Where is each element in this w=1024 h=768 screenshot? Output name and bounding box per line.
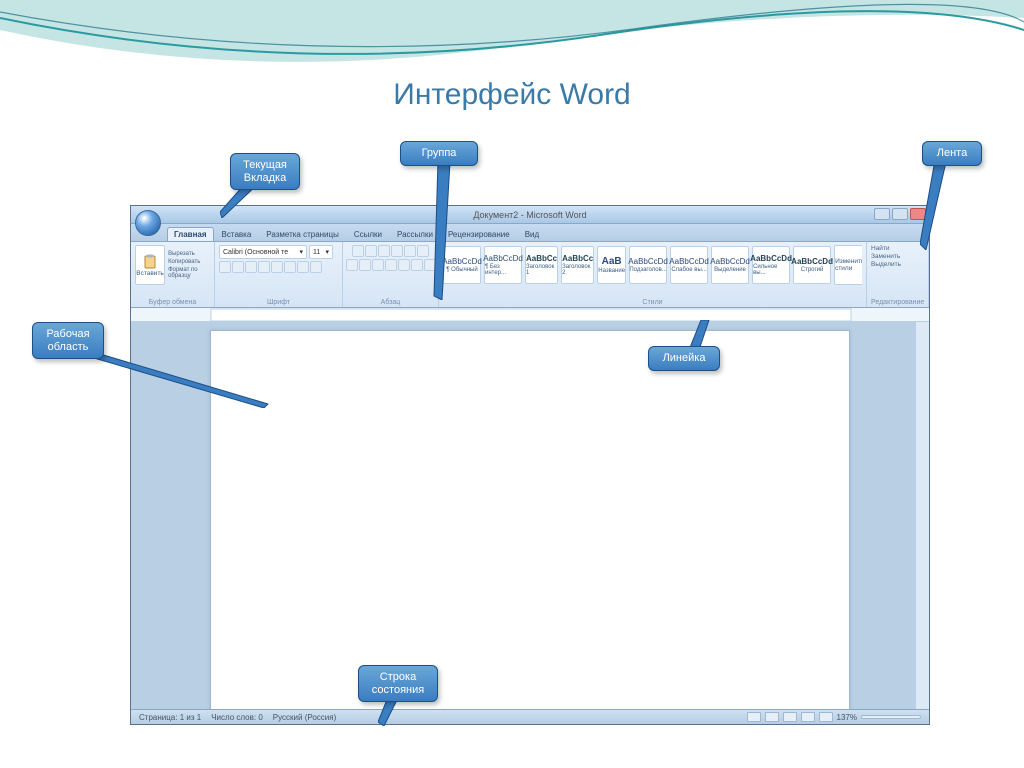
ribbon-group-font: Calibri (Основной те▾ 11▾ Шрифт xyxy=(215,242,343,307)
ruler-ticks xyxy=(131,308,929,322)
tab-home[interactable]: Главная xyxy=(167,227,214,241)
callout-ribbon: Лента xyxy=(922,141,982,166)
cut-button[interactable]: Вырезать xyxy=(168,251,210,257)
minimize-button[interactable] xyxy=(874,208,890,220)
bold-button[interactable] xyxy=(219,261,231,273)
tab-insert[interactable]: Вставка xyxy=(215,227,259,241)
callout-status-bar: Строка состояния xyxy=(358,665,438,702)
superscript-button[interactable] xyxy=(284,261,296,273)
callout-group-tail xyxy=(430,160,460,300)
office-button[interactable] xyxy=(135,210,161,236)
line-spacing-button[interactable] xyxy=(398,259,410,271)
callout-ribbon-tail xyxy=(920,160,950,250)
style-strong[interactable]: AaBbCcDdСтрогий xyxy=(793,246,831,284)
view-print-layout-button[interactable] xyxy=(747,712,761,722)
document-page[interactable] xyxy=(210,330,850,709)
view-outline-button[interactable] xyxy=(801,712,815,722)
bullets-button[interactable] xyxy=(352,245,364,257)
style-heading2[interactable]: AaBbCcЗаголовок 2 xyxy=(561,246,594,284)
style-no-spacing[interactable]: AaBbCcDd¶ Без интер... xyxy=(484,246,522,284)
ribbon-group-paragraph: Абзац xyxy=(343,242,439,307)
font-name-combo[interactable]: Calibri (Основной те▾ xyxy=(219,245,307,259)
status-bar: Страница: 1 из 1 Число слов: 0 Русский (… xyxy=(131,709,929,724)
align-justify-button[interactable] xyxy=(385,259,397,271)
callout-ruler: Линейка xyxy=(648,346,720,371)
callout-group: Группа xyxy=(400,141,478,166)
subscript-button[interactable] xyxy=(271,261,283,273)
ribbon-group-clipboard: Вставить Вырезать Копировать Формат по о… xyxy=(131,242,215,307)
style-emphasis[interactable]: AaBbCcDdВыделение xyxy=(711,246,749,284)
italic-button[interactable] xyxy=(232,261,244,273)
align-right-button[interactable] xyxy=(372,259,384,271)
strike-button[interactable] xyxy=(258,261,270,273)
paste-button[interactable]: Вставить xyxy=(135,245,165,285)
status-word-count[interactable]: Число слов: 0 xyxy=(211,713,263,722)
align-left-button[interactable] xyxy=(346,259,358,271)
highlight-button[interactable] xyxy=(297,261,309,273)
maximize-button[interactable] xyxy=(892,208,908,220)
shading-button[interactable] xyxy=(411,259,423,271)
zoom-slider[interactable] xyxy=(861,715,921,719)
font-group-label: Шрифт xyxy=(219,299,338,306)
callout-work-area: Рабочая область xyxy=(32,322,104,359)
multilevel-button[interactable] xyxy=(378,245,390,257)
styles-group-label: Стили xyxy=(443,299,862,306)
ribbon-group-styles: AaBbCcDd¶ Обычный AaBbCcDd¶ Без интер...… xyxy=(439,242,867,307)
numbering-button[interactable] xyxy=(365,245,377,257)
callout-current-tab: Текущая Вкладка xyxy=(230,153,300,190)
status-page[interactable]: Страница: 1 из 1 xyxy=(139,713,201,722)
underline-button[interactable] xyxy=(245,261,257,273)
status-language[interactable]: Русский (Россия) xyxy=(273,713,336,722)
paste-icon xyxy=(142,254,158,270)
clipboard-group-label: Буфер обмена xyxy=(135,299,210,306)
ribbon-tabs: Главная Вставка Разметка страницы Ссылки… xyxy=(131,224,929,242)
indent-inc-button[interactable] xyxy=(404,245,416,257)
paragraph-group-label: Абзац xyxy=(347,299,434,306)
vertical-scrollbar[interactable] xyxy=(915,322,929,709)
style-subtle-emphasis[interactable]: AaBbCcDdСлабое вы... xyxy=(670,246,708,284)
font-color-button[interactable] xyxy=(310,261,322,273)
style-title[interactable]: AaBНазвание xyxy=(597,246,626,284)
style-subtitle[interactable]: AaBbCcDdПодзаголов... xyxy=(629,246,667,284)
slide-title: Интерфейс Word xyxy=(0,78,1024,112)
style-heading1[interactable]: AaBbCcЗаголовок 1 xyxy=(525,246,558,284)
status-zoom[interactable]: 137% xyxy=(837,713,857,722)
replace-button[interactable]: Заменить xyxy=(871,253,900,260)
indent-dec-button[interactable] xyxy=(391,245,403,257)
ribbon: Вставить Вырезать Копировать Формат по о… xyxy=(131,242,929,308)
view-draft-button[interactable] xyxy=(819,712,833,722)
ribbon-group-editing: Найти Заменить Выделить Редактирование xyxy=(867,242,929,307)
style-intense-emphasis[interactable]: AaBbCcDdСильное вы... xyxy=(752,246,790,284)
copy-button[interactable]: Копировать xyxy=(168,259,210,265)
tab-view[interactable]: Вид xyxy=(518,227,546,241)
change-styles-button[interactable]: Изменить стили xyxy=(834,245,862,285)
font-size-combo[interactable]: 11▾ xyxy=(309,245,333,259)
word-window: Документ2 - Microsoft Word Главная Встав… xyxy=(130,205,930,725)
sort-button[interactable] xyxy=(417,245,429,257)
align-center-button[interactable] xyxy=(359,259,371,271)
editing-group-label: Редактирование xyxy=(871,299,924,306)
select-button[interactable]: Выделить xyxy=(871,261,901,268)
window-title: Документ2 - Microsoft Word xyxy=(473,210,586,220)
horizontal-ruler[interactable] xyxy=(131,308,929,322)
format-painter-button[interactable]: Формат по образцу xyxy=(168,267,210,279)
tab-references[interactable]: Ссылки xyxy=(347,227,389,241)
tab-page-layout[interactable]: Разметка страницы xyxy=(259,227,346,241)
find-button[interactable]: Найти xyxy=(871,245,890,252)
view-full-screen-button[interactable] xyxy=(765,712,779,722)
view-web-layout-button[interactable] xyxy=(783,712,797,722)
